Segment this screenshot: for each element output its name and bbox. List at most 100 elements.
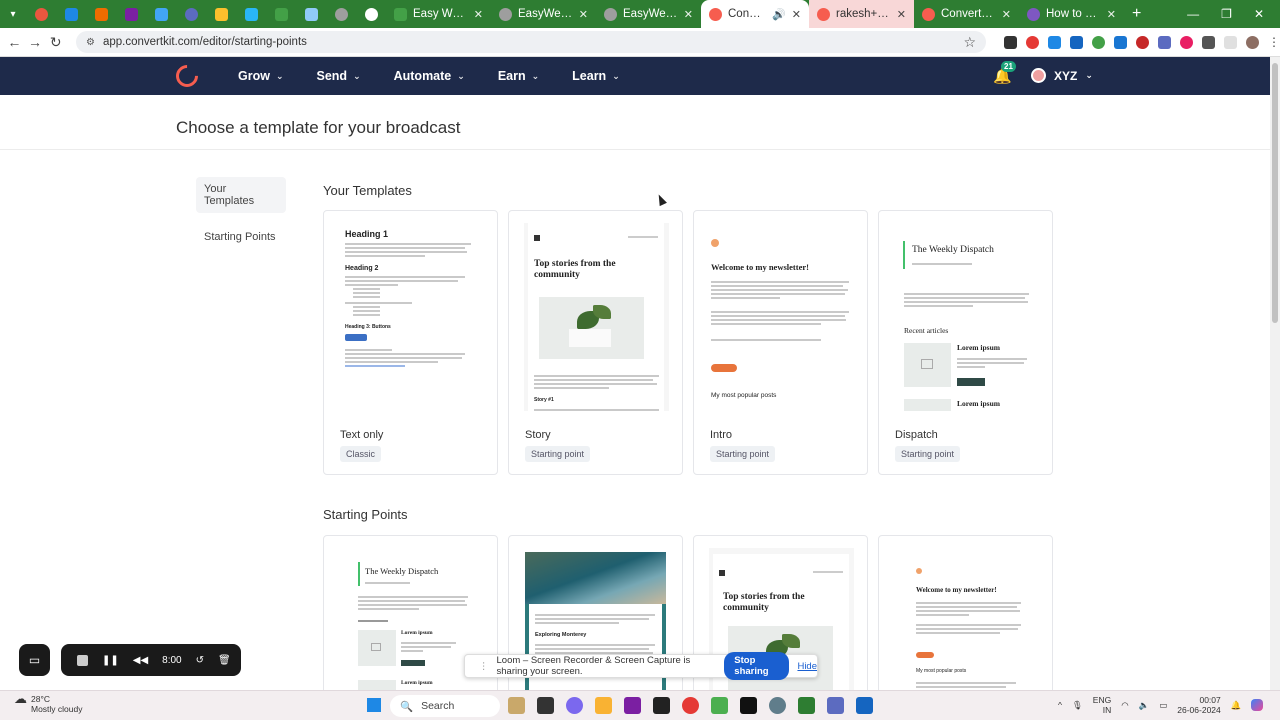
close-icon[interactable]: ✕: [579, 8, 588, 21]
microphone-icon[interactable]: 🎙: [1072, 700, 1083, 711]
restore-icon[interactable]: ❐: [1221, 7, 1232, 21]
template-card-story[interactable]: Top stories from the community Story #1 …: [508, 210, 683, 475]
chrome-icon[interactable]: [682, 697, 699, 714]
sidebar-item-starting-points[interactable]: Starting Points: [196, 225, 286, 249]
site-info-icon[interactable]: ⚙: [86, 37, 95, 48]
browser-tab[interactable]: EasyWebinar ✕: [596, 0, 701, 28]
nav-earn[interactable]: Earn ⌄: [498, 69, 539, 83]
close-icon[interactable]: ✕: [684, 8, 693, 21]
url-field[interactable]: ⚙ app.convertkit.com/editor/starting-poi…: [76, 31, 987, 53]
browser-tab[interactable]: Easy Webinar | ✕: [386, 0, 491, 28]
close-icon[interactable]: ✕: [897, 8, 906, 21]
scrollbar-thumb[interactable]: [1272, 63, 1278, 323]
loom-camera-button[interactable]: ▭: [19, 644, 50, 676]
user-menu[interactable]: XYZ ⌄: [1031, 68, 1093, 83]
volume-icon[interactable]: 🔈: [1139, 700, 1150, 711]
new-tab-button[interactable]: +: [1124, 5, 1149, 23]
reload-icon[interactable]: ↻: [45, 34, 66, 51]
copilot-icon[interactable]: [1251, 699, 1264, 711]
close-window-icon[interactable]: ✕: [1254, 7, 1264, 21]
calculator-icon[interactable]: [856, 697, 873, 714]
extension-icon[interactable]: [1180, 35, 1194, 49]
settings-icon[interactable]: [769, 697, 786, 714]
nav-learn[interactable]: Learn ⌄: [572, 69, 620, 83]
extension-icon[interactable]: [1026, 35, 1040, 49]
app-icon[interactable]: [537, 697, 554, 714]
pinned-tab[interactable]: [236, 0, 266, 28]
bookmark-star-icon[interactable]: ☆: [963, 34, 976, 51]
teams-icon[interactable]: [827, 697, 844, 714]
page-scrollbar[interactable]: [1270, 57, 1280, 690]
convertkit-logo[interactable]: [171, 60, 203, 92]
pinned-tab[interactable]: [56, 0, 86, 28]
chevron-up-icon[interactable]: ^: [1058, 700, 1062, 710]
back-icon[interactable]: ←: [4, 34, 25, 50]
terminal-icon[interactable]: [740, 697, 757, 714]
browser-tab[interactable]: EasyWebinar ✕: [491, 0, 596, 28]
stop-recording-icon[interactable]: [77, 654, 88, 666]
app-icon[interactable]: [653, 697, 670, 714]
windows-start-icon[interactable]: [367, 698, 381, 712]
language-indicator[interactable]: ENG IN: [1093, 695, 1111, 715]
extension-icon[interactable]: [1158, 35, 1172, 49]
template-card-intro[interactable]: Welcome to my newsletter! My most popula…: [693, 210, 868, 475]
clock[interactable]: 00:07 26-06-2024: [1177, 695, 1220, 715]
restart-icon[interactable]: ↺: [196, 655, 204, 666]
browser-tab[interactable]: rakesh+ck3@e ✕: [809, 0, 914, 28]
notification-bell-icon[interactable]: 🔔: [1231, 700, 1242, 711]
extension-icon[interactable]: [1114, 35, 1128, 49]
nav-grow[interactable]: Grow ⌄: [238, 69, 284, 83]
puzzle-icon[interactable]: [1202, 35, 1216, 49]
browser-tab-active[interactable]: ConvertKit 🔊 ✕: [701, 0, 809, 28]
taskbar-search[interactable]: 🔍 Search: [390, 695, 500, 717]
trash-icon[interactable]: 🗑: [218, 655, 231, 666]
close-icon[interactable]: ✕: [792, 8, 801, 21]
folder-icon[interactable]: [595, 697, 612, 714]
hide-link[interactable]: Hide: [797, 661, 817, 672]
sidepanel-icon[interactable]: [1224, 35, 1238, 49]
pinned-tab[interactable]: [266, 0, 296, 28]
app-icon[interactable]: [508, 697, 525, 714]
nav-automate[interactable]: Automate ⌄: [394, 69, 465, 83]
close-icon[interactable]: ✕: [1002, 8, 1011, 21]
app-icon[interactable]: [711, 697, 728, 714]
sidebar-item-your-templates[interactable]: Your Templates: [196, 177, 286, 213]
starting-point-card-intro[interactable]: Welcome to my newsletter! My most popula…: [878, 535, 1053, 695]
extension-icon[interactable]: [1070, 35, 1084, 49]
nav-send[interactable]: Send ⌄: [317, 69, 361, 83]
template-card-dispatch[interactable]: The Weekly Dispatch Recent articles Lore…: [878, 210, 1053, 475]
wifi-icon[interactable]: ◠: [1121, 700, 1128, 711]
minimize-icon[interactable]: —: [1187, 7, 1199, 21]
pinned-tab[interactable]: [176, 0, 206, 28]
extension-icon[interactable]: [1092, 35, 1106, 49]
pinned-tab[interactable]: [116, 0, 146, 28]
pinned-tab[interactable]: [296, 0, 326, 28]
pause-icon[interactable]: ❚❚: [102, 655, 119, 666]
pinned-tab[interactable]: [356, 0, 386, 28]
weather-widget[interactable]: ☁ 28°C Mostly cloudy: [14, 692, 83, 714]
app-icon[interactable]: [566, 697, 583, 714]
close-icon[interactable]: ✕: [1107, 8, 1116, 21]
browser-tab[interactable]: ConvertKit Help ✕: [914, 0, 1019, 28]
speaker-icon[interactable]: 🔊: [772, 8, 786, 21]
drag-handle-icon[interactable]: ⋮: [479, 661, 489, 672]
pinned-tab[interactable]: [206, 0, 236, 28]
stop-sharing-button[interactable]: Stop sharing: [724, 652, 790, 680]
profile-icon[interactable]: [1246, 35, 1260, 49]
onenote-icon[interactable]: [624, 697, 641, 714]
pinned-tab[interactable]: [26, 0, 56, 28]
menu-icon[interactable]: ⋮: [1268, 35, 1280, 49]
app-icon[interactable]: [798, 697, 815, 714]
extension-icon[interactable]: [1048, 35, 1062, 49]
extension-icon[interactable]: [1136, 35, 1150, 49]
pinned-tab[interactable]: [86, 0, 116, 28]
template-card-text-only[interactable]: Heading 1 Heading 2 Heading 3: Buttons T…: [323, 210, 498, 475]
forward-icon[interactable]: →: [25, 34, 46, 50]
rewind-icon[interactable]: ◀◀: [133, 655, 148, 666]
battery-icon[interactable]: ▭: [1159, 700, 1167, 711]
tab-search-icon[interactable]: ▾: [0, 0, 26, 28]
extension-icon[interactable]: [1004, 35, 1018, 49]
pinned-tab[interactable]: [326, 0, 356, 28]
pinned-tab[interactable]: [146, 0, 176, 28]
close-icon[interactable]: ✕: [474, 8, 483, 21]
